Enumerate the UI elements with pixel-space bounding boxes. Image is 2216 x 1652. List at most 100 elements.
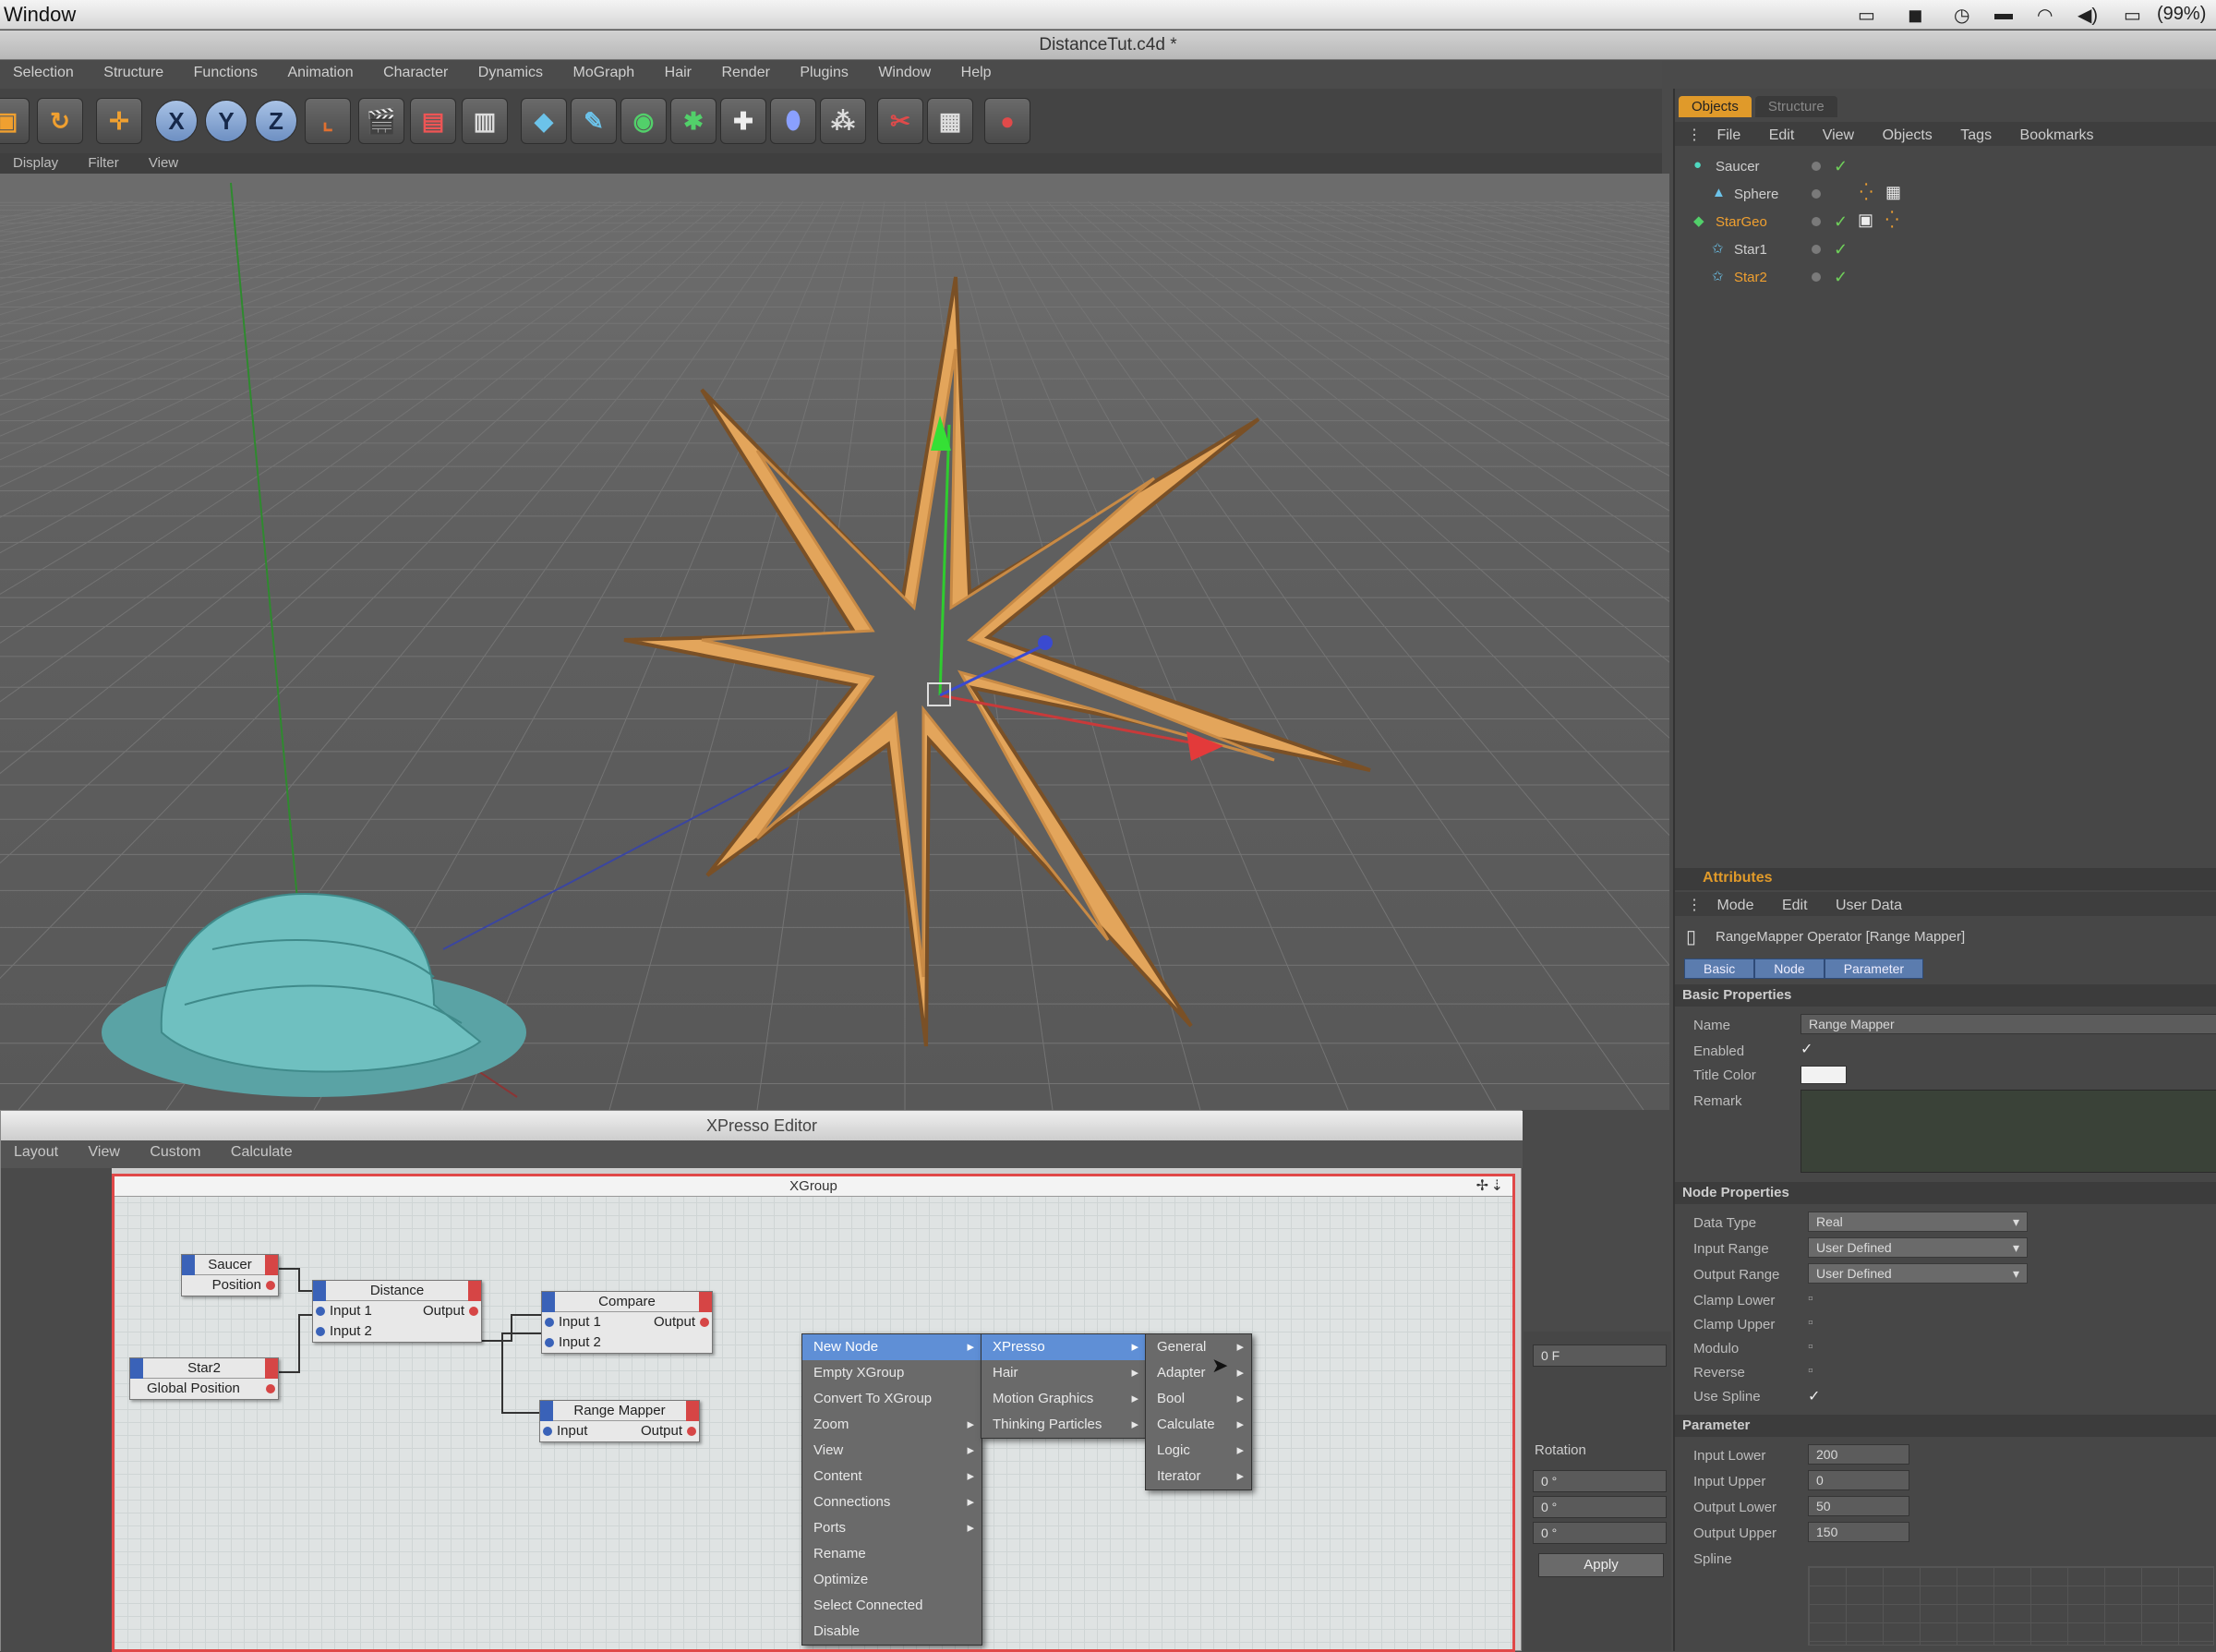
menu-item-disable[interactable]: Disable [802,1619,982,1645]
menu-item-iterator[interactable]: Iterator ▸ [1146,1464,1251,1489]
camera-icon[interactable]: ▭ [1858,4,1875,27]
input-lower-field[interactable]: 200 [1808,1444,1909,1465]
rotation-b-field[interactable]: 0 ° [1533,1522,1667,1544]
use-spline-checkbox[interactable]: ✓ [1808,1387,1820,1405]
menu-item-hair[interactable]: Hair ▸ [982,1360,1146,1386]
node-distance[interactable]: Distance Input 1 Output Input 2 [312,1280,482,1343]
enabled-checkbox[interactable]: ✓ [1800,1040,1813,1058]
texture-tag-icon[interactable]: ▦ [1885,183,1901,202]
xpresso-node-browser[interactable] [1,1168,112,1652]
obj-menu-view[interactable]: View [1811,124,1866,148]
menu-item-view[interactable]: View ▸ [802,1438,982,1464]
output-upper-field[interactable]: 150 [1808,1522,1909,1542]
menu-item-adapter[interactable]: Adapter ▸ [1146,1360,1251,1386]
reverse-checkbox[interactable]: ▫ [1808,1363,1813,1380]
menu-dynamics[interactable]: Dynamics [465,61,556,85]
scene-object-icon[interactable]: ⬮ [770,98,816,144]
menu-mograph[interactable]: MoGraph [560,61,647,85]
menu-item-empty-xgroup[interactable]: Empty XGroup [802,1360,982,1386]
spline-pen-icon[interactable]: ✎ [571,98,617,144]
output-port[interactable] [687,1427,696,1436]
time-machine-icon[interactable]: ◷ [1954,4,1969,27]
attr-menu-edit[interactable]: Edit [1770,894,1820,918]
spline-graph[interactable] [1808,1566,2214,1646]
deformer-icon[interactable]: ✚ [720,98,766,144]
render-picture-viewer-icon[interactable]: ▤ [410,98,456,144]
visibility-dot[interactable] [1812,245,1821,254]
rotation-h-field[interactable]: 0 ° [1533,1470,1667,1492]
star-object[interactable] [623,276,1371,1047]
visibility-dot[interactable] [1812,217,1821,226]
name-field[interactable]: Range Mapper [1800,1014,2216,1034]
record-icon[interactable]: ● [984,98,1030,144]
menu-item-select-connected[interactable]: Select Connected [802,1593,982,1619]
object-row-star1[interactable]: ✩ Star1 ✓ [1675,236,2216,264]
node-output-tab[interactable] [265,1358,278,1379]
app-status-icon[interactable]: ◼ [1908,4,1923,27]
xpresso-canvas[interactable]: XGroup ✢ ⇣ Saucer Position Star2 Global … [112,1174,1515,1652]
menu-item-logic[interactable]: Logic ▸ [1146,1438,1251,1464]
material-tag-icon[interactable]: ⁛ [1860,183,1873,202]
node-input-tab[interactable] [542,1292,555,1312]
data-type-dropdown[interactable]: Real ▾ [1808,1212,2028,1232]
node-port-input-1[interactable]: Input 1 Output [542,1312,712,1332]
object-row-stargeo[interactable]: ◆ StarGeo ✓ ▣ ⁛ [1675,209,2216,236]
obj-menu-objects[interactable]: Objects [1871,124,1945,148]
enabled-check-icon[interactable]: ✓ [1834,157,1848,176]
input-range-dropdown[interactable]: User Defined ▾ [1808,1237,2028,1258]
enabled-check-icon[interactable]: ✓ [1834,240,1848,259]
saucer-object[interactable] [102,892,526,1097]
z-axis-lock-button[interactable]: Z [255,100,297,142]
tab-basic[interactable]: Basic [1684,959,1755,979]
display-icon[interactable]: ▬ [1994,4,2013,25]
input-upper-field[interactable]: 0 [1808,1470,1909,1490]
node-output-tab[interactable] [686,1401,699,1421]
menu-item-zoom[interactable]: Zoom ▸ [802,1412,982,1438]
tab-parameter[interactable]: Parameter [1824,959,1924,979]
node-port-input-2[interactable]: Input 2 [542,1332,712,1353]
xpresso-tag-icon[interactable]: ▣ [1858,211,1873,230]
object-row-sphere[interactable]: ▲ Sphere ⁛ ▦ [1675,181,2216,209]
menu-item-content[interactable]: Content ▸ [802,1464,982,1489]
enabled-check-icon[interactable]: ✓ [1834,212,1848,232]
menu-render[interactable]: Render [708,61,782,85]
environment-icon[interactable]: ⁂ [820,98,866,144]
input-port[interactable] [545,1338,554,1347]
menu-plugins[interactable]: Plugins [787,61,861,85]
title-color-swatch[interactable] [1800,1066,1847,1084]
node-port-input[interactable]: Input Output [540,1421,699,1441]
attr-menu-user-data[interactable]: User Data [1824,894,1914,918]
node-port-input-2[interactable]: Input 2 [313,1321,481,1342]
node-range-mapper[interactable]: Range Mapper Input Output [539,1400,700,1442]
rotation-p-field[interactable]: 0 ° [1533,1496,1667,1518]
xp-menu-custom[interactable]: Custom [137,1140,213,1164]
obj-menu-file[interactable]: File [1704,124,1752,148]
node-port-position[interactable]: Position [182,1275,278,1296]
obj-menu-bookmarks[interactable]: Bookmarks [2008,124,2106,148]
enabled-check-icon[interactable]: ✓ [1834,268,1848,287]
menu-item-convert-to-xgroup[interactable]: Convert To XGroup [802,1386,982,1412]
scale-tool-icon[interactable]: ▣ [0,98,30,144]
input-port[interactable] [545,1318,554,1327]
xp-menu-view[interactable]: View [76,1140,133,1164]
wifi-icon[interactable]: ◠ [2037,4,2053,27]
remark-textarea[interactable] [1800,1090,2216,1173]
visibility-dot[interactable] [1812,272,1821,282]
input-port[interactable] [543,1427,552,1436]
menu-item-optimize[interactable]: Optimize [802,1567,982,1593]
menu-character[interactable]: Character [370,61,461,85]
coordinate-system-icon[interactable]: ⌞ [305,98,351,144]
menu-item-new-node[interactable]: New Node ▸ [802,1334,982,1360]
menu-animation[interactable]: Animation [274,61,366,85]
move-tool-icon[interactable]: ✛ [96,98,142,144]
x-axis-lock-button[interactable]: X [155,100,198,142]
rotate-tool-icon[interactable]: ↻ [37,98,83,144]
timeline-icon[interactable]: ▦ [927,98,973,144]
node-saucer[interactable]: Saucer Position [181,1254,279,1296]
node-input-tab[interactable] [130,1358,143,1379]
input-port[interactable] [316,1327,325,1336]
menu-item-bool[interactable]: Bool ▸ [1146,1386,1251,1412]
array-icon[interactable]: ✱ [670,98,717,144]
material-tag-icon[interactable]: ⁛ [1885,211,1898,230]
output-port[interactable] [266,1281,275,1290]
